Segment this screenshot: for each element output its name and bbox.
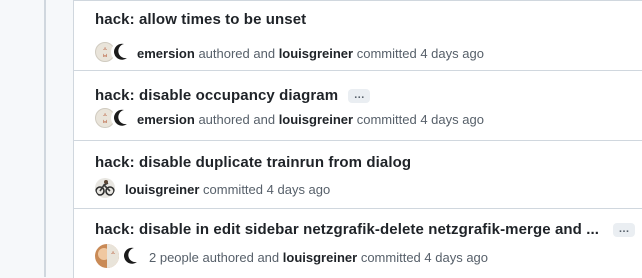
commit-row: hack: disable occupancy diagram … ㅅ ㅂ em… bbox=[74, 70, 642, 141]
bike-avatar-icon bbox=[95, 178, 115, 198]
commit-list: hack: allow times to be unset ㅅ ㅂ emersi… bbox=[73, 0, 642, 278]
avatar-louisgreiner[interactable] bbox=[121, 246, 141, 266]
authors-count-link[interactable]: 2 people bbox=[149, 250, 199, 265]
svg-text:ㅂ: ㅂ bbox=[102, 119, 108, 126]
moon-avatar-icon bbox=[111, 42, 131, 62]
commit-title-line: hack: disable in edit sidebar netzgrafik… bbox=[95, 221, 635, 238]
expand-message-button[interactable]: … bbox=[348, 88, 371, 103]
avatar-louisgreiner[interactable] bbox=[95, 178, 115, 198]
avatar-stack: ㅅ bbox=[95, 244, 147, 268]
commit-row: hack: allow times to be unset ㅅ ㅂ emersi… bbox=[74, 1, 642, 71]
commit-meta: ㅅ ㅂ emersion authored and louisgreiner c… bbox=[95, 108, 484, 130]
svg-text:ㅂ: ㅂ bbox=[102, 53, 108, 60]
commit-title-link[interactable]: hack: allow times to be unset bbox=[95, 11, 306, 28]
avatar-group[interactable]: ㅅ bbox=[95, 244, 119, 268]
commit-time: 4 days ago bbox=[266, 181, 331, 197]
timeline-line bbox=[44, 0, 46, 277]
avatar-louisgreiner[interactable] bbox=[111, 108, 131, 128]
svg-text:ㅅ: ㅅ bbox=[110, 250, 116, 257]
avatar-stack: ㅅ ㅂ bbox=[95, 42, 135, 64]
avatar-louisgreiner[interactable] bbox=[111, 42, 131, 62]
moon-avatar-icon bbox=[121, 246, 141, 266]
commit-title-link[interactable]: hack: disable duplicate trainrun from di… bbox=[95, 154, 411, 171]
expand-message-button[interactable]: … bbox=[613, 222, 635, 237]
committer-link[interactable]: louisgreiner bbox=[283, 250, 357, 265]
commit-meta-text: 2 people authored and louisgreiner commi… bbox=[149, 250, 488, 265]
commit-time: 4 days ago bbox=[424, 249, 489, 265]
commit-row: hack: disable in edit sidebar netzgrafik… bbox=[74, 208, 642, 278]
group-avatar-icon: ㅅ bbox=[95, 244, 119, 268]
meta-verb: committed bbox=[360, 249, 421, 265]
author-link[interactable]: emersion bbox=[137, 46, 195, 61]
svg-text:ㅅ: ㅅ bbox=[102, 112, 108, 119]
meta-verb: authored and bbox=[198, 45, 276, 61]
meta-verb: committed bbox=[356, 111, 417, 127]
committer-link[interactable]: louisgreiner bbox=[279, 46, 353, 61]
commit-title-link[interactable]: hack: disable occupancy diagram bbox=[95, 87, 338, 104]
commit-title-line: hack: disable occupancy diagram … bbox=[95, 87, 371, 104]
meta-verb: committed bbox=[356, 45, 417, 61]
commit-row: hack: disable duplicate trainrun from di… bbox=[74, 140, 642, 209]
committer-link[interactable]: louisgreiner bbox=[125, 182, 199, 197]
committer-link[interactable]: louisgreiner bbox=[279, 112, 353, 127]
meta-verb: authored and bbox=[198, 111, 276, 127]
avatar-stack bbox=[95, 178, 121, 200]
meta-verb: authored and bbox=[202, 249, 280, 265]
commit-time: 4 days ago bbox=[420, 45, 484, 61]
commit-title-line: hack: disable duplicate trainrun from di… bbox=[95, 154, 411, 171]
commit-meta: ㅅ ㅂ emersion authored and louisgreiner c… bbox=[95, 42, 484, 64]
moon-avatar-icon bbox=[111, 108, 131, 128]
meta-verb: committed bbox=[203, 181, 264, 197]
avatar-stack: ㅅ ㅂ bbox=[95, 108, 135, 130]
commit-title-line: hack: allow times to be unset bbox=[95, 11, 306, 28]
commit-title-link[interactable]: hack: disable in edit sidebar netzgrafik… bbox=[95, 221, 599, 238]
commit-meta: ㅅ 2 people authored and louisgreiner com… bbox=[95, 244, 488, 268]
commit-time: 4 days ago bbox=[420, 111, 484, 127]
commit-meta-text: louisgreiner committed 4 days ago bbox=[125, 182, 330, 197]
commit-meta: louisgreiner committed 4 days ago bbox=[95, 178, 330, 200]
author-link[interactable]: emersion bbox=[137, 112, 195, 127]
svg-text:ㅅ: ㅅ bbox=[102, 46, 108, 53]
commit-meta-text: emersion authored and louisgreiner commi… bbox=[137, 46, 484, 61]
commit-meta-text: emersion authored and louisgreiner commi… bbox=[137, 112, 484, 127]
